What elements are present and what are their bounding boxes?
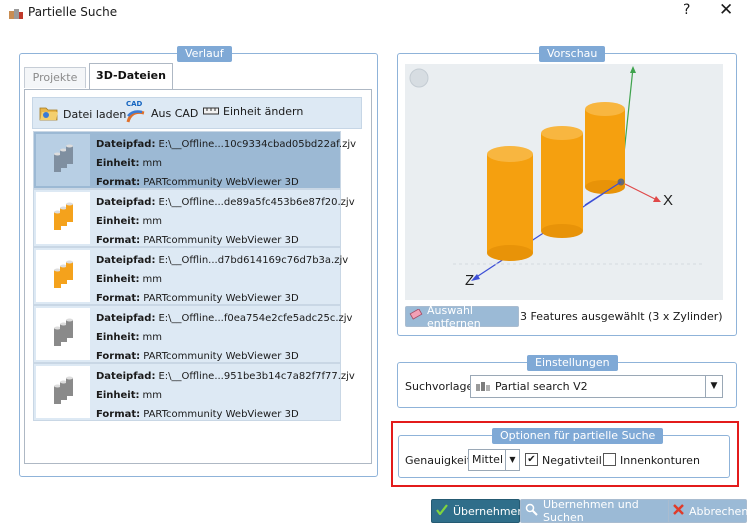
preview-group-title: Vorschau [539,46,606,62]
negative-part-label: Negativteil [542,454,602,467]
file-path: Dateipfad: E:\__Offline...f0ea754e2cfe5ad… [96,313,353,324]
file-info: Dateipfad: E:\__Offline...951be3b14c7a82f… [96,367,355,424]
window-title: Partielle Suche [28,5,118,19]
file-unit: Einheit: mm [96,158,162,169]
folder-icon [39,105,59,124]
tab-projects[interactable]: Projekte [24,67,86,88]
title-bar: Partielle Suche ? ✕ [0,0,750,26]
file-unit: Einheit: mm [96,216,162,227]
settings-group-title: Einstellungen [527,355,618,371]
cancel-icon [673,504,684,518]
file-path: Dateipfad: E:\__Offline...10c9334cbad05bd… [96,139,357,150]
history-toolbar: Datei laden CAD Aus CAD Einheit ändern [32,97,362,129]
apply-button[interactable]: Übernehmen [431,499,524,523]
close-button[interactable]: ✕ [719,0,733,20]
history-list-item[interactable]: Dateipfad: E:\__Offline...f0ea754e2cfe5ad… [33,305,352,363]
cylinder-front[interactable] [487,146,533,261]
change-unit-label: Einheit ändern [223,105,304,118]
part-thumbnail [36,250,90,302]
change-unit-button[interactable]: Einheit ändern [203,105,303,118]
part-thumbnail [36,366,90,418]
from-cad-label: Aus CAD [151,106,199,120]
file-path: Dateipfad: E:\__Offline...951be3b14c7a82f… [96,371,355,382]
accuracy-value: Mittel [472,453,503,466]
3d-preview-viewport[interactable]: X Z [405,64,723,300]
ruler-icon [203,105,219,118]
cad-icon: CAD [125,100,147,124]
file-format: Format: PARTcommunity WebViewer 3D [96,409,299,420]
chevron-down-icon: ▼ [505,450,519,470]
search-icon [525,503,538,519]
accuracy-label: Genauigkeit: [405,454,475,467]
accuracy-select[interactable]: Mittel ▼ [468,449,520,471]
3d-scene: X Z [409,66,705,289]
file-unit: Einheit: mm [96,274,162,285]
inner-contours-checkbox[interactable] [603,453,616,466]
remove-selection-label: Auswahl entfernen [427,303,481,330]
chevron-down-icon: ▼ [705,376,722,397]
eraser-icon [409,308,423,324]
apply-label: Übernehmen [453,504,525,518]
selection-status: 3 Features ausgewählt (3 x Zylinder) [520,310,723,323]
template-label: Suchvorlage: [405,380,477,393]
history-list: Dateipfad: E:\__Offline...10c9334cbad05bd… [33,131,356,427]
axis-z-label: Z [465,272,474,289]
remove-selection-button[interactable]: Auswahl entfernen [405,303,519,330]
part-thumbnail [36,134,90,186]
file-unit: Einheit: mm [96,332,162,343]
cancel-button[interactable]: Abbrechen [668,499,749,523]
history-list-item[interactable]: Dateipfad: E:\__Offlin...d7bd614169c76d7b… [33,247,348,305]
load-file-button[interactable]: Datei laden [39,105,126,124]
template-value: Partial search V2 [495,380,588,393]
inner-contours-label: Innenkonturen [620,454,700,467]
negative-part-checkbox[interactable]: ✔ [525,453,538,466]
part-thumbnail [36,192,90,244]
view-cube-icon[interactable] [409,68,429,88]
history-group-title: Verlauf [177,46,232,62]
apply-and-search-button[interactable]: Übernehmen und Suchen [520,498,672,524]
app-icon [8,6,24,20]
options-group-title: Optionen für partielle Suche [492,428,664,444]
file-info: Dateipfad: E:\__Offline...10c9334cbad05bd… [96,135,356,192]
template-icon [475,380,491,395]
cylinder-middle[interactable] [541,126,583,238]
file-path: Dateipfad: E:\__Offlin...d7bd614169c76d7b… [96,255,349,266]
history-list-item[interactable]: Dateipfad: E:\__Offline...951be3b14c7a82f… [33,363,355,421]
axis-x-label: X [663,192,673,209]
apply-and-search-label: Übernehmen und Suchen [543,498,639,524]
history-list-item[interactable]: Dateipfad: E:\__Offline...de89a5fc453b6e8… [33,189,355,247]
check-icon [436,504,448,518]
x-axis-line [620,181,658,201]
part-thumbnail [36,308,90,360]
history-list-item[interactable]: Dateipfad: E:\__Offline...10c9334cbad05bd… [33,131,356,189]
load-file-label: Datei laden [63,108,127,121]
file-unit: Einheit: mm [96,390,162,401]
cancel-label: Abbrechen [689,504,749,518]
file-info: Dateipfad: E:\__Offlin...d7bd614169c76d7b… [96,251,348,308]
tab-3d-files[interactable]: 3D-Dateien [89,63,173,91]
help-button[interactable]: ? [683,2,690,18]
from-cad-button[interactable]: CAD Aus CAD [125,100,199,124]
file-info: Dateipfad: E:\__Offline...f0ea754e2cfe5ad… [96,309,352,366]
file-path: Dateipfad: E:\__Offline...de89a5fc453b6e8… [96,197,355,208]
template-select[interactable]: Partial search V2 ▼ [470,375,723,398]
file-info: Dateipfad: E:\__Offline...de89a5fc453b6e8… [96,193,355,250]
